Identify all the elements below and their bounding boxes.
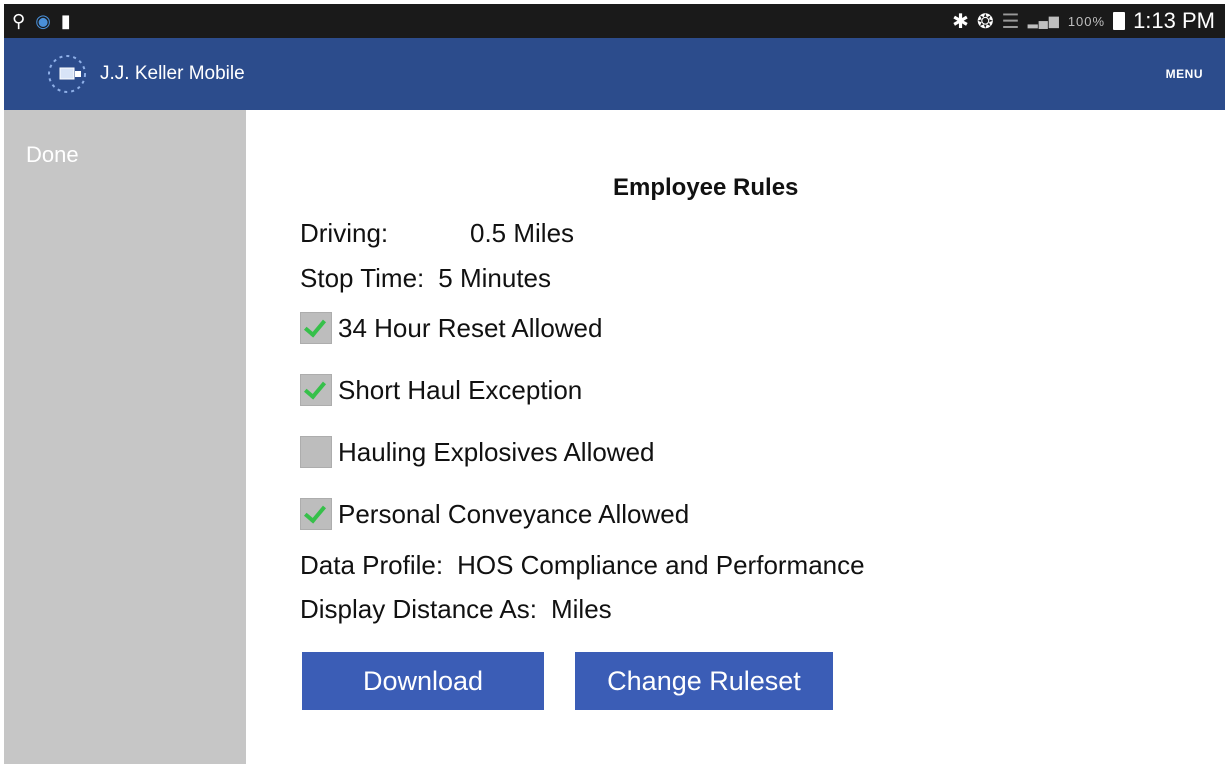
- checkbox-hauling-explosives[interactable]: [300, 436, 332, 468]
- data-profile-value: HOS Compliance and Performance: [457, 550, 865, 580]
- data-profile-label: Data Profile:: [300, 550, 444, 580]
- checkbox-row-personal-conveyance[interactable]: Personal Conveyance Allowed: [300, 498, 689, 530]
- battery-percent: 100%: [1067, 13, 1106, 29]
- battery-icon: [1113, 12, 1126, 30]
- checkbox-34-hour-reset[interactable]: [300, 312, 332, 344]
- menu-button[interactable]: MENU: [1166, 67, 1203, 81]
- signal-icon: ▂▄▆: [1027, 13, 1060, 28]
- sync-icon: ◉: [35, 10, 51, 31]
- usb-icon: ⚲: [12, 10, 26, 31]
- checkbox-personal-conveyance[interactable]: [300, 498, 332, 530]
- sidebar: Done: [4, 110, 246, 764]
- status-bar: ⚲ ◉ ▮ ✱ ❂ ☰ ▂▄▆ 100% 1:13 PM: [4, 4, 1225, 38]
- driving-row: Driving: 0.5 Miles: [300, 218, 574, 249]
- bluetooth-icon: ✱: [952, 10, 969, 33]
- brand: J.J. Keller Mobile: [42, 49, 245, 99]
- employee-rules-panel: Employee Rules Driving: 0.5 Miles Stop T…: [246, 110, 1225, 764]
- sd-card-icon: ▮: [60, 10, 71, 31]
- status-time: 1:13 PM: [1133, 8, 1215, 33]
- app-title: J.J. Keller Mobile: [100, 63, 245, 84]
- data-profile-row: Data Profile: HOS Compliance and Perform…: [300, 550, 865, 581]
- nfc-icon: ❂: [976, 10, 994, 33]
- display-distance-label: Display Distance As:: [300, 594, 537, 624]
- page-title: Employee Rules: [613, 174, 799, 201]
- checkbox-row-34-hour-reset[interactable]: 34 Hour Reset Allowed: [300, 312, 602, 344]
- stop-time-row: Stop Time: 5 Minutes: [300, 263, 551, 294]
- display-distance-value: Miles: [550, 594, 612, 624]
- driving-label: Driving:: [300, 218, 389, 248]
- status-right: ✱ ❂ ☰ ▂▄▆ 100% 1:13 PM: [952, 8, 1215, 34]
- display-distance-row: Display Distance As: Miles: [300, 594, 612, 625]
- checkbox-row-short-haul[interactable]: Short Haul Exception: [300, 374, 582, 406]
- checkbox-label: 34 Hour Reset Allowed: [338, 312, 603, 343]
- app-logo-icon: [48, 55, 86, 93]
- stop-time-label: Stop Time:: [300, 263, 425, 293]
- checkbox-label: Short Haul Exception: [338, 374, 583, 405]
- wifi-icon: ☰: [1001, 10, 1020, 33]
- done-button[interactable]: Done: [26, 142, 79, 168]
- change-ruleset-button[interactable]: Change Ruleset: [575, 652, 833, 710]
- driving-value: 0.5 Miles: [470, 218, 575, 248]
- download-button[interactable]: Download: [302, 652, 544, 710]
- stop-time-value: 5 Minutes: [438, 263, 552, 293]
- checkbox-label: Personal Conveyance Allowed: [338, 498, 690, 529]
- checkbox-row-hauling-explosives[interactable]: Hauling Explosives Allowed: [300, 436, 655, 468]
- checkbox-label: Hauling Explosives Allowed: [338, 436, 655, 467]
- status-left: ⚲ ◉ ▮: [12, 11, 71, 32]
- action-bar: J.J. Keller Mobile MENU: [4, 38, 1225, 110]
- checkbox-short-haul[interactable]: [300, 374, 332, 406]
